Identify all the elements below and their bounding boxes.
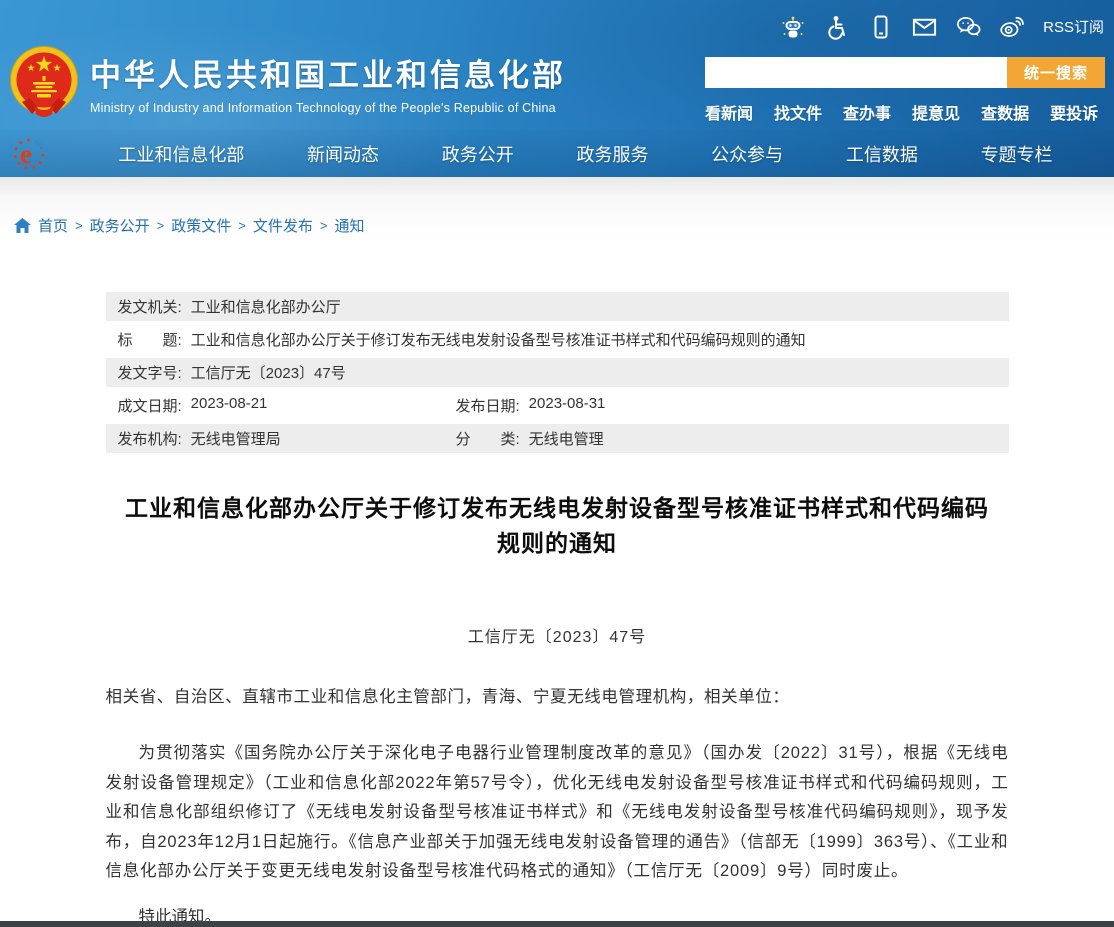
nav-item-special-topics[interactable]: 专题专栏 xyxy=(981,141,1053,167)
search-area: 统一搜索 看新闻 找文件 查办事 提意见 查数据 要投诉 xyxy=(705,57,1105,124)
robot-assistant-icon[interactable] xyxy=(779,13,806,40)
meta-row-publisher-category: 发布机构: 无线电管理局 分 类: 无线电管理 xyxy=(105,424,1009,453)
accessibility-icon[interactable] xyxy=(823,13,850,40)
breadcrumb-file-release[interactable]: 文件发布 xyxy=(253,215,313,236)
breadcrumb: 首页 > 政务公开 > 政策文件 > 文件发布 > 通知 xyxy=(14,215,1114,236)
breadcrumb-notice[interactable]: 通知 xyxy=(334,215,364,236)
quick-links: 看新闻 找文件 查办事 提意见 查数据 要投诉 xyxy=(705,100,1105,124)
document-meta-table: 发文机关: 工业和信息化部办公厅 标 题: 工业和信息化部办公厅关于修订发布无线… xyxy=(105,292,1009,453)
svg-text:e: e xyxy=(20,139,32,169)
nav-item-data[interactable]: 工信数据 xyxy=(846,141,918,167)
article-paragraph: 为贯彻落实《国务院办公厅关于深化电子电器行业管理制度改革的意见》（国办发〔202… xyxy=(105,744,1009,880)
breadcrumb-home[interactable]: 首页 xyxy=(38,215,68,236)
meta-row-title: 标 题: 工业和信息化部办公厅关于修订发布无线电发射设备型号核准证书样式和代码编… xyxy=(105,325,1009,354)
mobile-icon[interactable] xyxy=(867,13,894,40)
nav-item-gov-disclosure[interactable]: 政务公开 xyxy=(442,141,514,167)
quick-link-services[interactable]: 查办事 xyxy=(843,100,891,124)
meta-row-doc-number: 发文字号: 工信厅无〔2023〕47号 xyxy=(105,358,1009,387)
quick-link-files[interactable]: 找文件 xyxy=(774,100,822,124)
nav-item-gov-services[interactable]: 政务服务 xyxy=(576,141,648,167)
nav-item-news[interactable]: 新闻动态 xyxy=(307,141,379,167)
breadcrumb-policy-files[interactable]: 政策文件 xyxy=(171,215,231,236)
home-icon[interactable] xyxy=(14,217,31,234)
header-banner: RSS订阅 中华人民共和国工业和信息化部 Ministry of Industr… xyxy=(0,0,1114,177)
quick-link-feedback[interactable]: 提意见 xyxy=(912,100,960,124)
mail-icon[interactable] xyxy=(911,13,938,40)
document-content: 发文机关: 工业和信息化部办公厅 标 题: 工业和信息化部办公厅关于修订发布无线… xyxy=(105,292,1009,927)
rss-subscribe-link[interactable]: RSS订阅 xyxy=(1043,16,1104,37)
quick-link-complaint[interactable]: 要投诉 xyxy=(1050,100,1098,124)
meta-row-issuing-agency: 发文机关: 工业和信息化部办公厅 xyxy=(105,292,1009,321)
national-emblem-icon xyxy=(10,46,78,117)
article-title: 工业和信息化部办公厅关于修订发布无线电发射设备型号核准证书样式和代码编码规则的通… xyxy=(125,495,989,556)
weibo-icon[interactable] xyxy=(999,13,1026,40)
main-nav: e 工业和信息化部 新闻动态 政务公开 政务服务 公众参与 工信数据 专题专栏 xyxy=(0,130,1114,177)
site-title: 中华人民共和国工业和信息化部 xyxy=(90,57,566,93)
unified-search-button[interactable]: 统一搜索 xyxy=(1007,57,1105,88)
site-subtitle: Ministry of Industry and Information Tec… xyxy=(90,100,556,115)
site-brand[interactable]: 中华人民共和国工业和信息化部 Ministry of Industry and … xyxy=(8,44,566,120)
nav-item-miit[interactable]: 工业和信息化部 xyxy=(118,141,244,167)
breadcrumb-gov-disclosure[interactable]: 政务公开 xyxy=(90,215,150,236)
nav-item-public-participation[interactable]: 公众参与 xyxy=(711,141,783,167)
search-input[interactable] xyxy=(705,57,1007,88)
wechat-icon[interactable] xyxy=(955,13,982,40)
article-doc-number: 工信厅无〔2023〕47号 xyxy=(467,629,647,646)
breadcrumb-bar: 首页 > 政务公开 > 政策文件 > 文件发布 > 通知 xyxy=(0,177,1114,236)
meta-row-dates: 成文日期: 2023-08-21 发布日期: 2023-08-31 xyxy=(105,391,1009,420)
quick-link-news[interactable]: 看新闻 xyxy=(705,100,753,124)
article-salutation: 相关省、自治区、直辖市工业和信息化主管部门，青海、宁夏无线电管理机构，相关单位： xyxy=(105,688,790,706)
bottom-divider xyxy=(0,921,1114,927)
quick-link-data[interactable]: 查数据 xyxy=(981,100,1029,124)
e-logo-icon: e xyxy=(13,138,45,169)
utility-bar: RSS订阅 xyxy=(779,13,1104,40)
